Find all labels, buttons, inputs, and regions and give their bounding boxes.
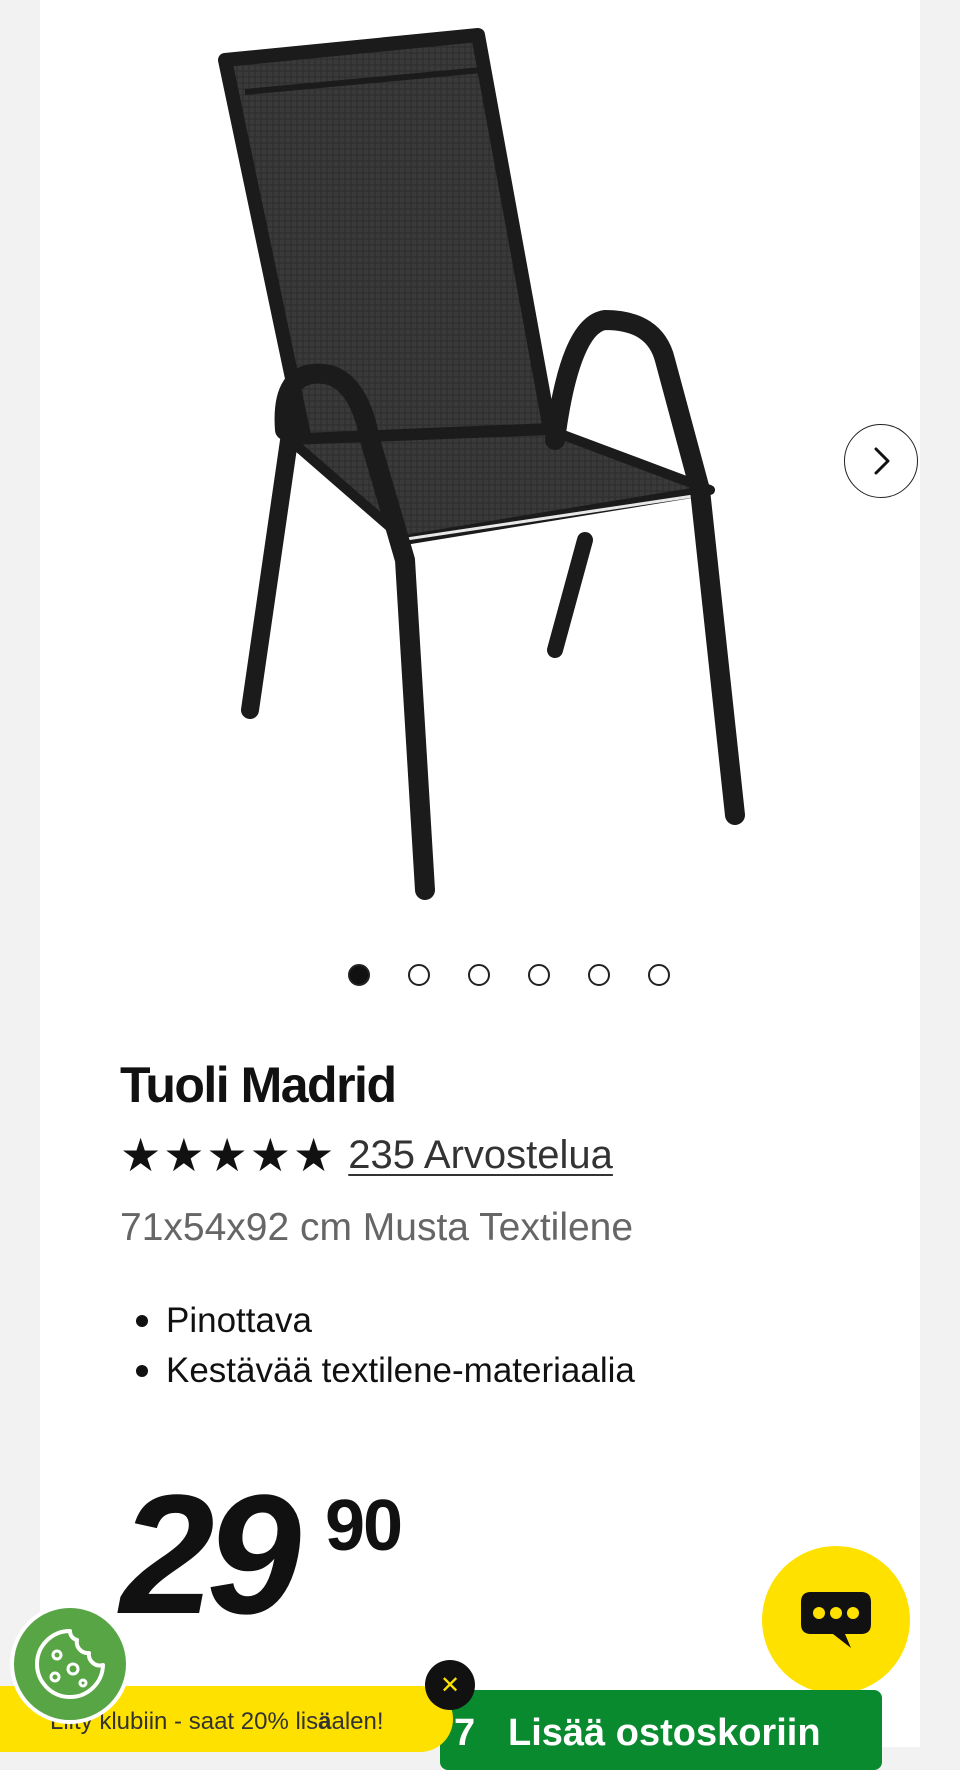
feature-item: Pinottava: [136, 1296, 635, 1346]
gallery-dot[interactable]: [648, 964, 670, 986]
gallery-pagination: [348, 964, 670, 986]
quantity-value: 7: [454, 1712, 476, 1754]
gallery-dot[interactable]: [348, 964, 370, 986]
star-icon: ★: [206, 1128, 248, 1182]
chat-button[interactable]: [762, 1546, 910, 1694]
feature-item: Kestävää textilene-materiaalia: [136, 1346, 635, 1396]
reviews-link[interactable]: 235 Arvostelua: [348, 1133, 613, 1178]
gallery-dot[interactable]: [528, 964, 550, 986]
price-decimals: 90: [325, 1486, 403, 1566]
promo-close-button[interactable]: ✕: [425, 1660, 475, 1710]
star-rating: ★ ★ ★ ★ ★: [120, 1132, 334, 1178]
feature-text: Kestävää textilene-materiaalia: [166, 1351, 635, 1390]
bullet-icon: [136, 1365, 148, 1377]
promo-text-bold: ä: [318, 1708, 332, 1735]
product-title: Tuoli Madrid: [120, 1057, 397, 1113]
add-to-cart-button[interactable]: 7 Lisää ostoskoriin: [440, 1690, 882, 1770]
feature-list: Pinottava Kestävää textilene-materiaalia: [136, 1296, 635, 1396]
star-icon: ★: [163, 1128, 205, 1182]
star-icon: ★: [293, 1128, 335, 1182]
close-icon: ✕: [439, 1671, 461, 1699]
star-icon: ★: [120, 1128, 162, 1182]
star-icon: ★: [249, 1128, 291, 1182]
gallery-dot[interactable]: [588, 964, 610, 986]
product-card: Tuoli Madrid ★ ★ ★ ★ ★ 235 Arvostelua 71x54x…: [40, 0, 920, 1747]
chat-bubble-icon: [801, 1592, 871, 1648]
add-to-cart-label: Lisää ostoskoriin: [508, 1712, 821, 1754]
chevron-right-icon: [874, 447, 890, 475]
cookie-settings-button[interactable]: [10, 1604, 130, 1724]
promo-text-end: alen!: [331, 1708, 384, 1735]
price-integer: 29: [120, 1460, 301, 1650]
cookie-icon: [35, 1629, 105, 1699]
rating-row: ★ ★ ★ ★ ★ 235 Arvostelua: [120, 1132, 613, 1178]
gallery-dot[interactable]: [468, 964, 490, 986]
feature-text: Pinottava: [166, 1301, 312, 1340]
price: 29 90: [120, 1470, 403, 1640]
bullet-icon: [136, 1315, 148, 1327]
product-image[interactable]: [210, 20, 850, 910]
product-subtitle: 71x54x92 cm Musta Textilene: [120, 1206, 634, 1249]
gallery-dot[interactable]: [408, 964, 430, 986]
next-image-button[interactable]: [844, 424, 918, 498]
